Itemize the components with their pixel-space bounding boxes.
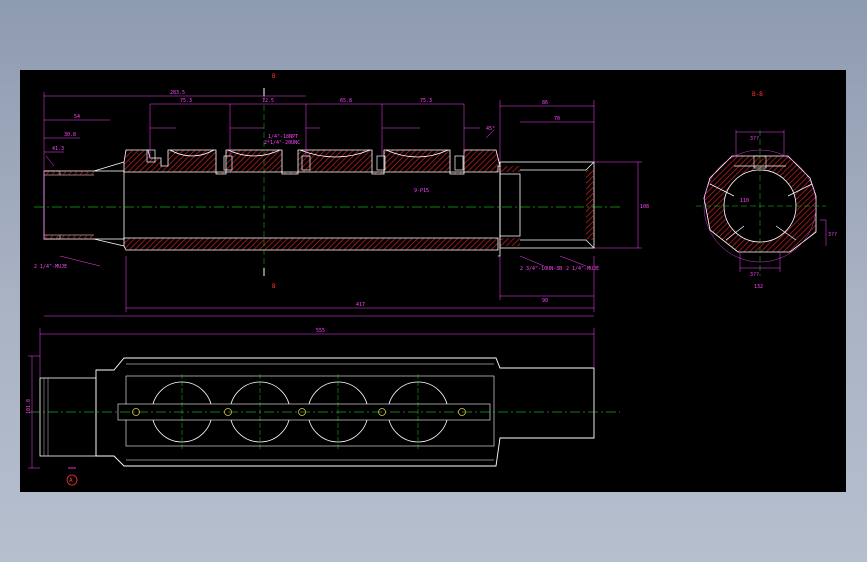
drawing-canvas: 283.5 75.3 72.5 65.8 75.3 54 30.8 41.3 8… [20,70,846,492]
note-pitch: 9-P15 [414,188,429,194]
dim-right-len: 86 [542,100,548,106]
dim-left-a: 54 [74,114,80,120]
note-hole-callout2: 2*1/4"-20UNC [264,140,300,146]
section-title: B-B [752,91,763,98]
dimension-lines-top [43,92,642,317]
dim-bottom-len: 417 [356,302,365,308]
section-dim-bottom: 3?? [750,272,759,278]
cut-label-top: B [272,73,276,80]
dimension-text-top: 283.5 75.3 72.5 65.8 75.3 54 30.8 41.3 8… [34,73,649,308]
side-section-view [34,88,620,276]
dim-pitch-3: 65.8 [340,98,352,104]
section-bb-view: B-B 3?? 3?? 3?? 110 132 [696,91,837,290]
section-dim-dia: 110 [740,198,749,204]
plan-dim-length: 555 [316,328,325,334]
dim-right-bottom: 90 [542,298,548,304]
section-dim-right: 3?? [828,232,837,238]
dim-top-span: 283.5 [170,90,185,96]
note-thread-right: 2 3/4"-10UN-3B [520,266,562,272]
note-thread-right2: 2 1/4"-MUJE [566,266,599,272]
dim-chamfer: 45° [486,126,495,132]
dim-right-inner: 70 [554,116,560,122]
dim-height-right: 108 [640,204,649,210]
note-thread-left: 2 1/4"-MUJE [34,264,67,270]
section-dim-top: 3?? [750,136,759,142]
dim-left-b: 30.8 [64,132,76,138]
section-dim-width: 132 [754,284,763,290]
plan-dim-height: 101.8 [26,399,32,414]
datum-label: A [69,477,73,484]
dim-pitch-4: 75.3 [420,98,432,104]
dim-left-c: 41.3 [52,146,64,152]
dim-pitch-1: 75.3 [180,98,192,104]
plan-view: 555 101.8 A [26,328,620,486]
cad-drawing: 283.5 75.3 72.5 65.8 75.3 54 30.8 41.3 8… [26,73,837,486]
cut-label-bottom: B [272,283,276,290]
dim-pitch-2: 72.5 [262,98,274,104]
